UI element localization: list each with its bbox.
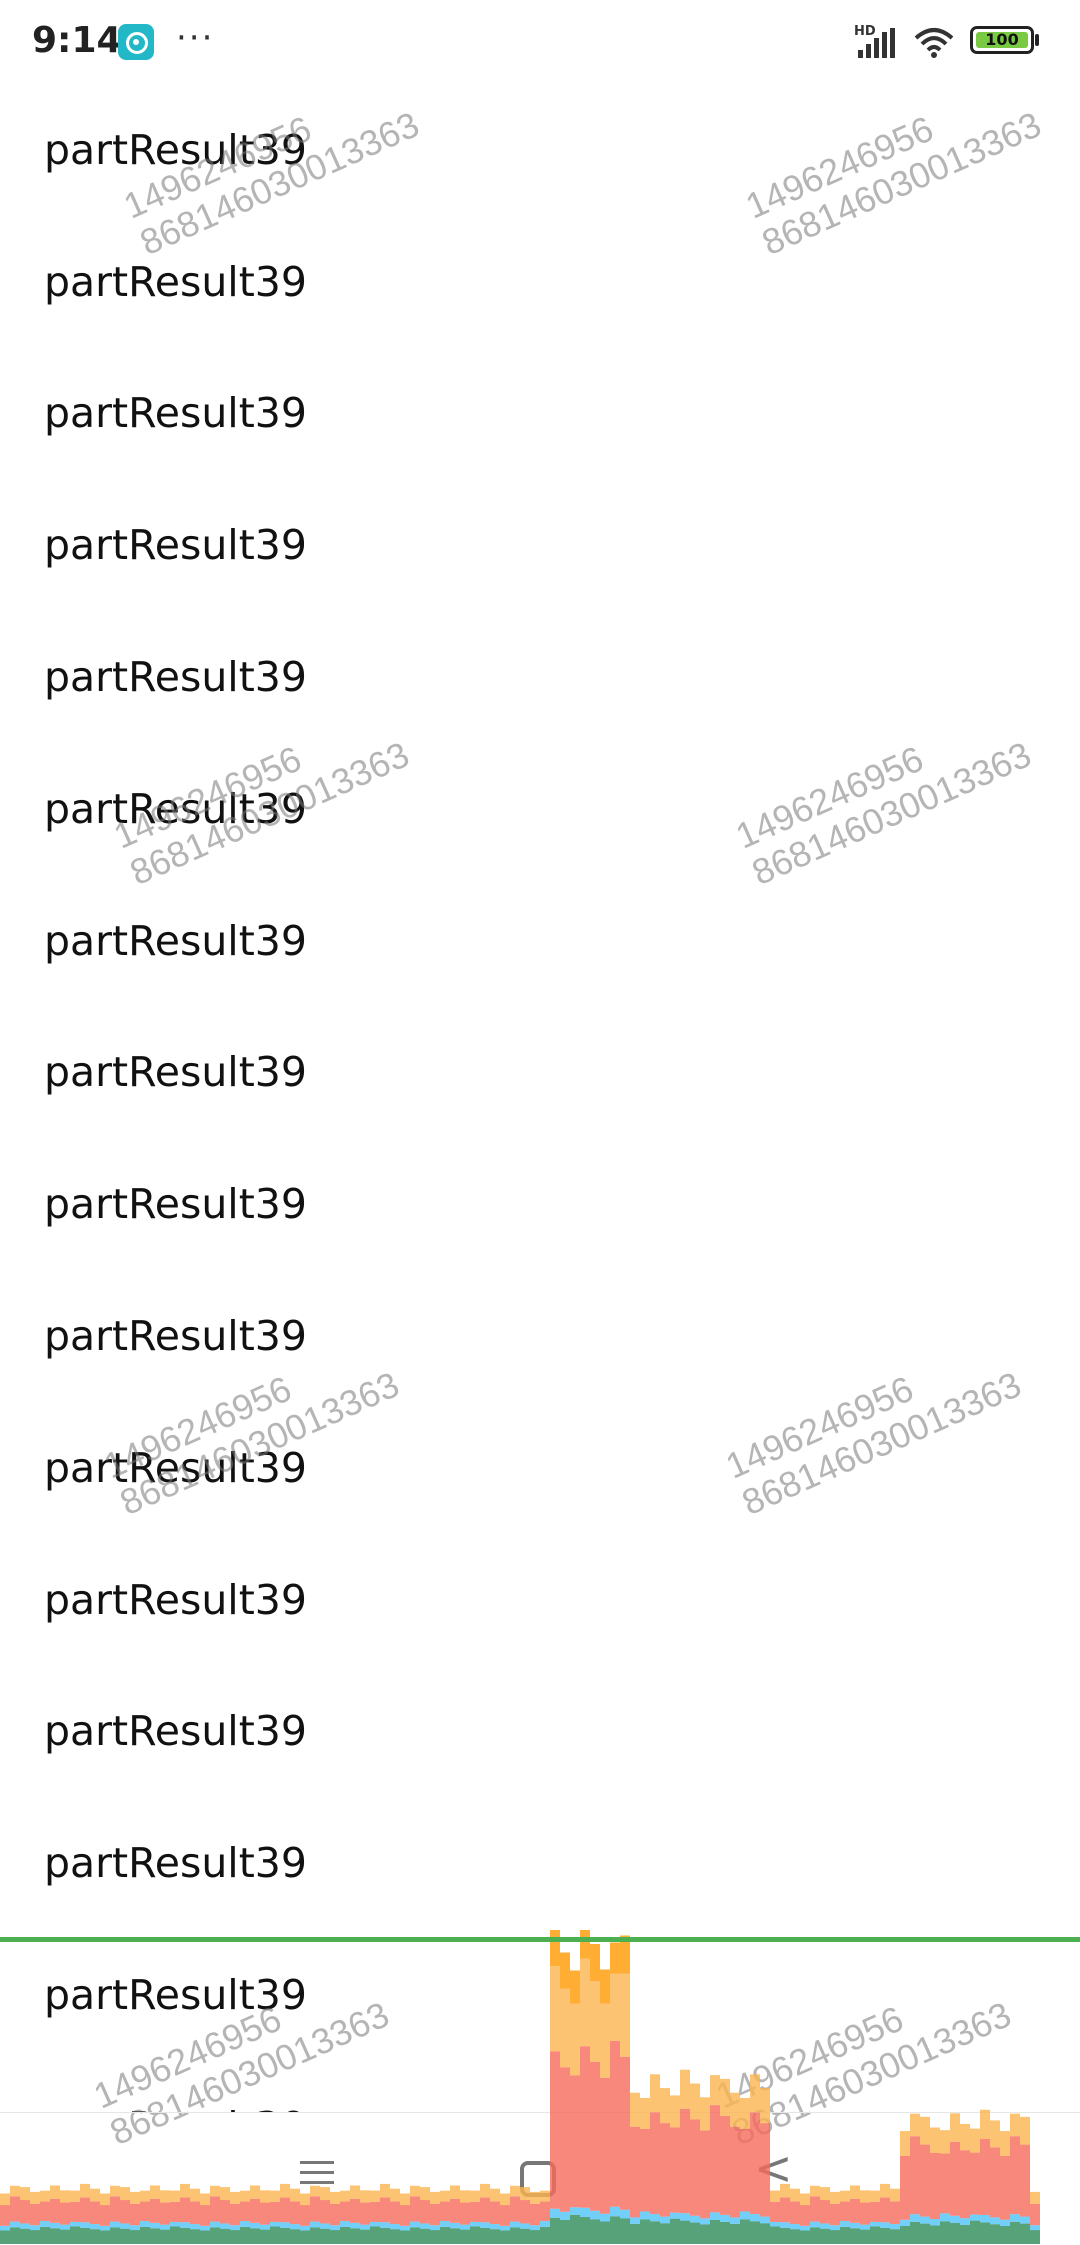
wifi-icon: [914, 28, 954, 58]
list-item[interactable]: partResult39: [0, 611, 1080, 743]
list-item[interactable]: partResult39: [0, 1534, 1080, 1666]
back-icon[interactable]: <: [754, 2145, 804, 2195]
list-item[interactable]: partResult39: [0, 1007, 1080, 1139]
status-bar: 9:14 ··· HD 100: [0, 0, 1080, 84]
more-notifications-icon: ···: [176, 18, 215, 58]
clock: 9:14: [32, 20, 122, 61]
navigation-bar: <: [0, 2112, 1080, 2245]
list-item[interactable]: partResult39: [0, 743, 1080, 875]
list-item[interactable]: partResult39: [0, 1138, 1080, 1270]
result-list[interactable]: partResult39 partResult39 partResult39 p…: [0, 84, 1080, 2112]
list-item[interactable]: partResult39: [0, 1797, 1080, 1929]
list-item[interactable]: partResult39: [0, 1929, 1080, 2061]
list-item[interactable]: partResult39: [0, 348, 1080, 480]
list-item[interactable]: partResult39: [0, 1402, 1080, 1534]
home-icon[interactable]: [520, 2161, 556, 2197]
list-item[interactable]: partResult39: [0, 1666, 1080, 1798]
list-item[interactable]: partResult39: [0, 1270, 1080, 1402]
target-app-icon: [118, 24, 154, 60]
battery-level: 100: [985, 30, 1019, 49]
list-item[interactable]: partResult39: [0, 2061, 1080, 2112]
list-item[interactable]: partResult39: [0, 84, 1080, 216]
battery-tip: [1035, 34, 1039, 46]
list-item[interactable]: partResult39: [0, 479, 1080, 611]
signal-icon: [858, 28, 895, 58]
battery-icon: 100: [970, 26, 1034, 54]
menu-icon[interactable]: [296, 2153, 346, 2203]
list-item[interactable]: partResult39: [0, 875, 1080, 1007]
list-item[interactable]: partResult39: [0, 216, 1080, 348]
